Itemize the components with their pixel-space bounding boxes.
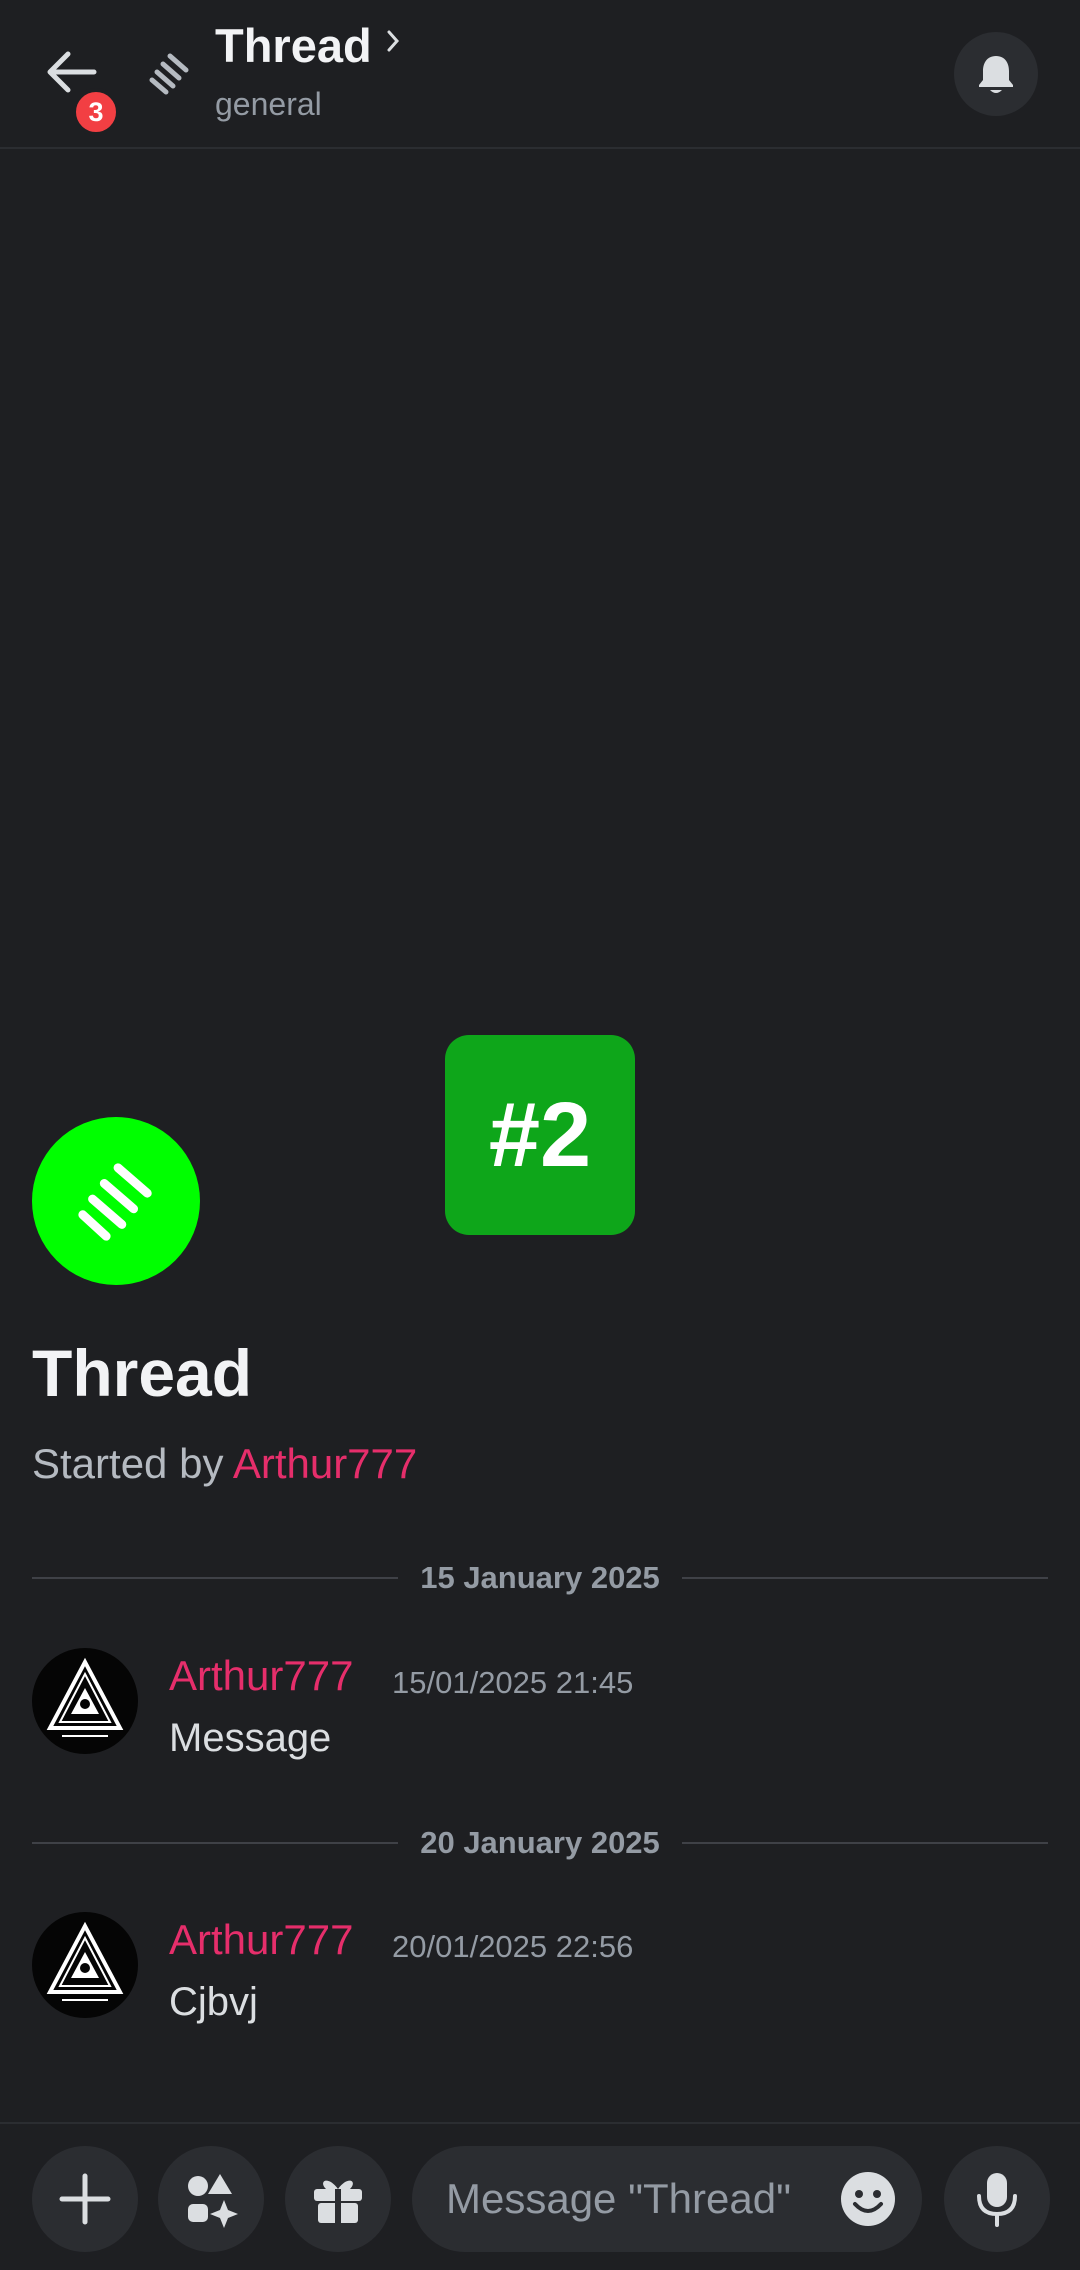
triangle-logo-icon — [46, 1657, 124, 1737]
header: 3 Thread general — [0, 0, 1080, 149]
started-by: Started by Arthur777 — [32, 1440, 417, 1488]
attach-button[interactable] — [32, 2146, 138, 2252]
emoji-icon — [841, 2172, 895, 2226]
thread-avatar — [32, 1117, 200, 1285]
message[interactable]: Arthur777 20/01/2025 22:56 Cjbvj — [32, 1912, 1048, 2032]
gift-button[interactable] — [285, 2146, 391, 2252]
apps-icon — [188, 2174, 238, 2228]
thread-author[interactable]: Arthur777 — [233, 1440, 417, 1487]
page-title: Thread — [215, 19, 372, 72]
triangle-logo-icon — [46, 1921, 124, 2001]
message[interactable]: Arthur777 15/01/2025 21:45 Message — [32, 1648, 1048, 1768]
date-label: 15 January 2025 — [420, 1560, 660, 1595]
message-composer — [0, 2122, 1080, 2270]
gift-icon — [314, 2180, 362, 2223]
apps-button[interactable] — [158, 2146, 264, 2252]
divider-line — [681, 1842, 1049, 1844]
back-button[interactable]: 3 — [38, 38, 120, 136]
overlay-tag: #2 — [445, 1035, 635, 1235]
message-text: Message — [169, 1716, 332, 1760]
message-author[interactable]: Arthur777 — [169, 1916, 353, 1964]
date-divider: 20 January 2025 — [32, 1823, 1049, 1863]
voice-button[interactable] — [944, 2146, 1050, 2252]
thread-icon — [149, 53, 189, 95]
date-label: 20 January 2025 — [420, 1825, 660, 1860]
microphone-icon — [977, 2173, 1017, 2227]
avatar[interactable] — [32, 1648, 138, 1754]
message-author[interactable]: Arthur777 — [169, 1652, 353, 1700]
bell-icon — [979, 56, 1013, 93]
divider-line — [681, 1577, 1049, 1579]
arrow-left-icon — [47, 51, 97, 93]
unread-badge: 3 — [72, 88, 120, 136]
date-divider: 15 January 2025 — [32, 1558, 1049, 1598]
message-timestamp: 15/01/2025 21:45 — [392, 1665, 634, 1700]
message-timestamp: 20/01/2025 22:56 — [392, 1929, 634, 1964]
notifications-button[interactable] — [954, 32, 1038, 116]
message-text: Cjbvj — [169, 1980, 258, 2024]
divider-line — [32, 1577, 399, 1579]
started-by-prefix: Started by — [32, 1440, 224, 1487]
title-row[interactable]: Thread — [215, 18, 400, 73]
avatar[interactable] — [32, 1912, 138, 2018]
channel-subtitle: general — [215, 86, 322, 122]
chevron-right-icon — [387, 30, 399, 51]
emoji-button[interactable] — [838, 2169, 898, 2229]
thread-title: Thread — [32, 1336, 253, 1410]
app-root: 3 Thread general #2 Thread Started by Ar… — [0, 0, 1080, 2270]
divider-line — [32, 1842, 399, 1844]
thread-icon — [78, 1163, 152, 1241]
plus-icon — [59, 2173, 111, 2225]
